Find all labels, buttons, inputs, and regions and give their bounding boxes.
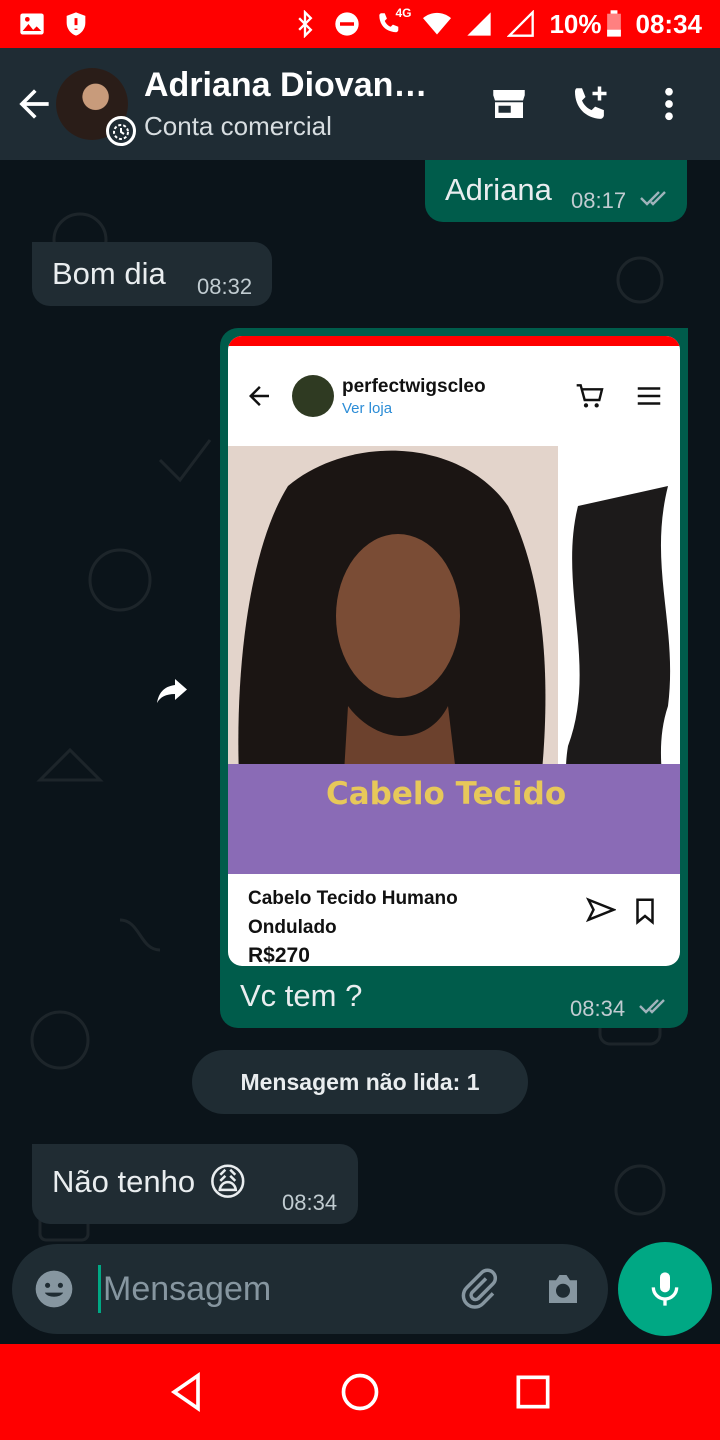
signal-empty-icon [507, 10, 535, 37]
shop-logo [292, 375, 334, 417]
status-time: 08:34 [635, 8, 703, 39]
chat-header: Adriana Diovana… Conta comercial [0, 48, 720, 160]
contact-info[interactable]: Adriana Diovana… Conta comercial [144, 66, 444, 142]
text-cursor [98, 1265, 101, 1313]
message-text: Não tenho [52, 1164, 196, 1199]
gallery-icon [20, 13, 44, 35]
share-icon [586, 897, 616, 923]
more-vert-icon[interactable] [648, 83, 690, 125]
message-caption: Vc tem ? [240, 978, 363, 1013]
emoji-icon[interactable] [32, 1267, 76, 1311]
signal-icon [467, 12, 492, 36]
message-time: 08:17 [571, 188, 627, 213]
contact-name: Adriana Diovana… [144, 66, 444, 104]
bluetooth-icon [298, 10, 313, 38]
wifi-icon [423, 12, 452, 35]
nav-home-icon[interactable] [338, 1370, 382, 1414]
product-name: Cabelo Tecido Humano Ondulado [248, 888, 458, 938]
banner-title: Cabelo Tecido [326, 776, 567, 812]
unread-divider: Mensagem não lida: 1 [192, 1050, 528, 1114]
business-timer-icon [106, 116, 136, 146]
read-ticks-icon [640, 191, 666, 206]
message-bubble-product-share[interactable]: perfectwigscleo Ver loja Cabelo Tecido C… [220, 328, 688, 1028]
product-image: Cabelo Tecido [228, 446, 680, 874]
shop-name: perfectwigscleo [342, 375, 486, 397]
volte-call-icon: 4G [375, 6, 411, 38]
voice-record-button[interactable] [618, 1242, 712, 1336]
shield-icon [66, 12, 86, 36]
message-time: 08:34 [570, 996, 626, 1021]
product-card[interactable]: perfectwigscleo Ver loja Cabelo Tecido C… [228, 336, 680, 966]
cart-icon [576, 384, 604, 408]
message-composer: Mensagem [12, 1244, 608, 1334]
store-icon[interactable] [488, 83, 530, 125]
message-time: 08:34 [282, 1190, 338, 1215]
contact-subtitle: Conta comercial [144, 111, 332, 141]
network-type-label: 4G [395, 6, 412, 20]
nav-back-icon[interactable] [165, 1370, 209, 1414]
contact-avatar[interactable] [56, 68, 136, 146]
product-price: R$270 [248, 944, 310, 966]
shop-link: Ver loja [342, 399, 393, 417]
menu-icon [637, 387, 661, 405]
chat-area[interactable]: Adriana 08:17 Bom dia 08:32 perfectwigsc… [0, 160, 720, 1344]
message-bubble-incoming[interactable]: Não tenho 😩 08:34 [32, 1144, 358, 1224]
message-time: 08:32 [197, 274, 253, 299]
back-arrow-icon[interactable] [12, 82, 56, 126]
add-call-icon[interactable] [568, 83, 610, 125]
weary-face-emoji: 😩 [208, 1160, 248, 1204]
mic-icon [651, 1272, 679, 1306]
bookmark-icon [636, 898, 654, 925]
message-bubble-outgoing[interactable]: Adriana 08:17 [425, 160, 687, 222]
system-nav-bar [0, 1344, 720, 1440]
message-text: Adriana [445, 172, 552, 207]
back-arrow-icon [249, 386, 269, 406]
message-text: Bom dia [52, 256, 166, 291]
message-input[interactable]: Mensagem [103, 1270, 271, 1309]
camera-icon[interactable] [542, 1268, 584, 1310]
nav-recents-icon[interactable] [511, 1370, 555, 1414]
forward-button[interactable] [142, 658, 202, 718]
read-ticks-icon [639, 999, 665, 1014]
forward-icon [157, 679, 187, 703]
status-bar: 4G 10% 08:34 [0, 0, 720, 48]
shop-header: perfectwigscleo Ver loja [228, 346, 680, 446]
message-bubble-incoming[interactable]: Bom dia 08:32 [32, 242, 272, 306]
battery-percent: 10% [549, 8, 602, 39]
dnd-icon [335, 12, 360, 36]
attach-icon[interactable] [458, 1268, 500, 1310]
battery-low-icon [606, 10, 621, 37]
